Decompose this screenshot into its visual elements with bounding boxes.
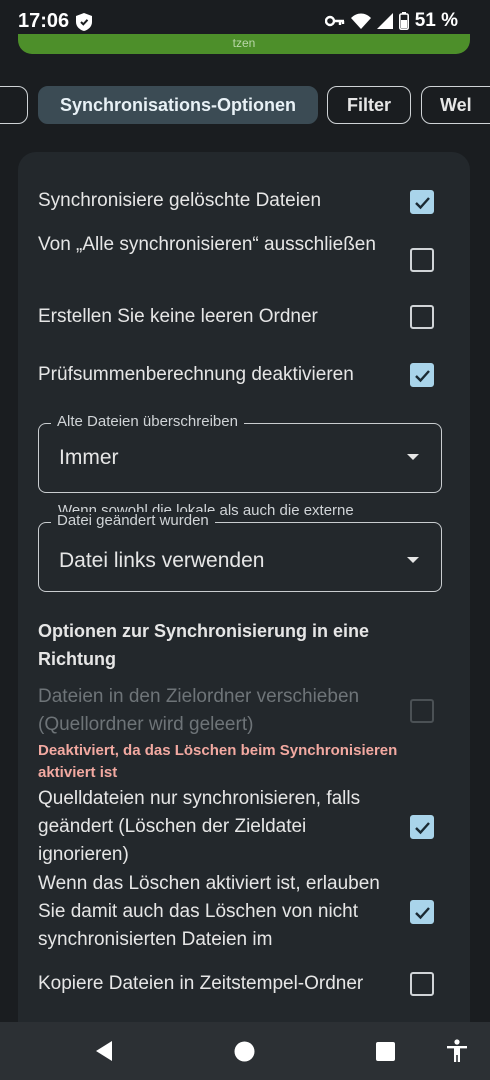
top-banner-text: tzen <box>232 36 256 50</box>
check-icon <box>415 822 430 835</box>
option-copy-timestamp-label: Kopiere Dateien in Zeitstempel-Ordner <box>38 973 364 994</box>
conflict-label-line2: Datei geändert wurden <box>51 512 215 529</box>
home-icon[interactable] <box>234 1041 255 1062</box>
tab-more-label: Wel <box>440 94 472 115</box>
battery-percent: 51 % <box>414 10 458 31</box>
status-right: 51 % <box>324 10 458 32</box>
dropdown-arrow-icon <box>407 557 419 563</box>
tab-filter-label: Filter <box>346 94 391 115</box>
tab-sync-options[interactable]: Synchronisations-Optionen <box>38 86 318 124</box>
option-allow-delete-unsynced-checkbox[interactable] <box>410 900 434 924</box>
tab-filter[interactable]: Filter <box>327 86 411 124</box>
option-copy-timestamp-checkbox[interactable] <box>410 972 434 996</box>
battery-icon <box>398 12 409 30</box>
option-disable-checksum-label: Prüfsummenberechnung deaktivieren <box>38 364 354 385</box>
option-exclude-sync-all-label: Von „Alle synchronisieren“ ausschließen <box>38 234 376 255</box>
tab-more[interactable]: Wel <box>421 86 490 124</box>
accessibility-icon[interactable] <box>446 1039 468 1063</box>
option-only-changed-checkbox[interactable] <box>410 815 434 839</box>
dropdown-arrow-icon <box>407 454 419 460</box>
signal-icon <box>376 13 393 29</box>
conflict-dropdown[interactable]: Datei geändert wurden Datei links verwen… <box>38 512 442 592</box>
top-banner[interactable]: tzen <box>18 34 470 54</box>
key-icon <box>324 15 344 27</box>
option-move-files-label: Dateien in den Zielordner verschieben (Q… <box>38 686 360 735</box>
conflict-value: Datei links verwenden <box>59 549 265 572</box>
overwrite-old-dropdown[interactable]: Alte Dateien überschreiben Immer <box>38 413 442 493</box>
check-icon <box>415 907 430 920</box>
check-icon <box>415 197 430 210</box>
status-time: 17:06 <box>18 10 70 32</box>
tab-bar: Synchronisations-Optionen Filter Wel <box>0 82 490 126</box>
option-no-empty-folders-label: Erstellen Sie keine leeren Ordner <box>38 306 318 327</box>
option-sync-deleted-checkbox[interactable] <box>410 190 434 214</box>
option-move-files-checkbox[interactable] <box>410 699 434 723</box>
tab-previous[interactable] <box>0 86 28 124</box>
nav-bar <box>0 1022 490 1080</box>
option-exclude-sync-all-checkbox[interactable] <box>410 248 434 272</box>
option-disable-checksum-checkbox[interactable] <box>410 363 434 387</box>
tab-sync-options-label: Synchronisations-Optionen <box>59 94 296 115</box>
option-allow-delete-unsynced-label: Wenn das Löschen aktiviert ist, erlauben… <box>38 873 380 950</box>
wifi-icon <box>350 13 371 29</box>
check-icon <box>415 370 430 383</box>
move-files-error: Deaktiviert, da das Löschen beim Synchro… <box>38 742 398 781</box>
option-only-changed-label: Quelldateien nur synchronisieren, falls … <box>38 788 361 865</box>
back-icon[interactable] <box>94 1040 114 1062</box>
recents-icon[interactable] <box>376 1042 395 1061</box>
option-no-empty-folders-checkbox[interactable] <box>410 305 434 329</box>
overwrite-old-value: Immer <box>59 446 119 469</box>
overwrite-old-label: Alte Dateien überschreiben <box>51 413 244 430</box>
shield-icon <box>76 13 92 31</box>
one-way-section-title: Optionen zur Synchronisierung in eine Ri… <box>38 621 370 669</box>
option-sync-deleted-label: Synchronisiere gelöschte Dateien <box>38 190 322 211</box>
